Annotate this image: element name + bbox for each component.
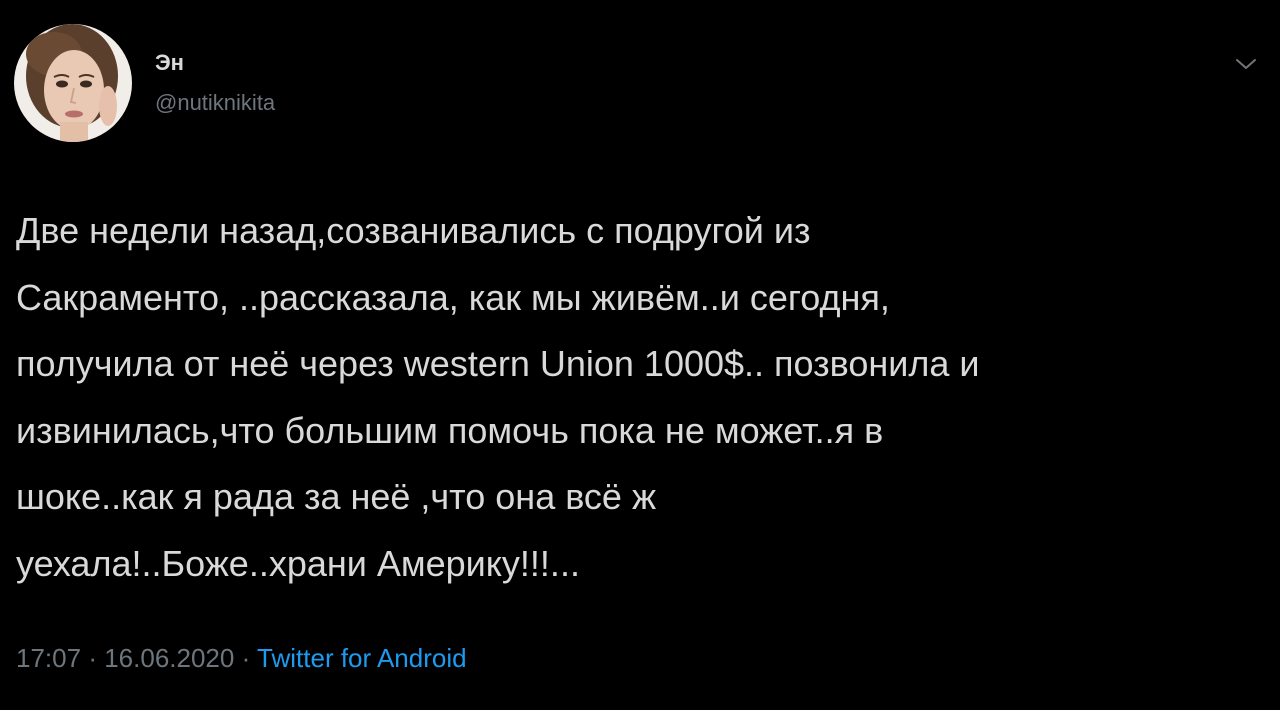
tweet-text-line: уехала!..Боже..храни Америку!!!... (16, 542, 580, 584)
tweet-time[interactable]: 17:07 (16, 643, 81, 673)
tweet-text-line: получила от неё через western Union 1000… (16, 343, 980, 384)
tweet-metadata: 17:07 · 16.06.2020 · Twitter for Android (16, 640, 467, 676)
tweet-date[interactable]: 16.06.2020 (104, 643, 234, 673)
meta-separator: · (241, 643, 251, 673)
tweet-source-link[interactable]: Twitter for Android (257, 643, 467, 673)
tweet-text-line: Две недели назад,созванивались с подруго… (16, 210, 811, 251)
tweet-text-line: Сакраменто, ..рассказала, как мы живём..… (16, 276, 890, 318)
meta-separator: · (88, 643, 97, 673)
chevron-down-icon[interactable] (1232, 52, 1260, 76)
tweet-text-line: шоке..как я рада за неё ,что она всё ж (16, 476, 657, 517)
user-handle[interactable]: @nutiknikita (155, 90, 275, 116)
display-name[interactable]: Эн (155, 50, 184, 76)
profile-photo-icon (14, 24, 132, 142)
tweet-text: Две недели назад,созванивались с подруго… (16, 198, 1266, 597)
avatar[interactable] (14, 24, 132, 142)
tweet-text-line: извинилась,что большим помочь пока не мо… (16, 409, 884, 451)
